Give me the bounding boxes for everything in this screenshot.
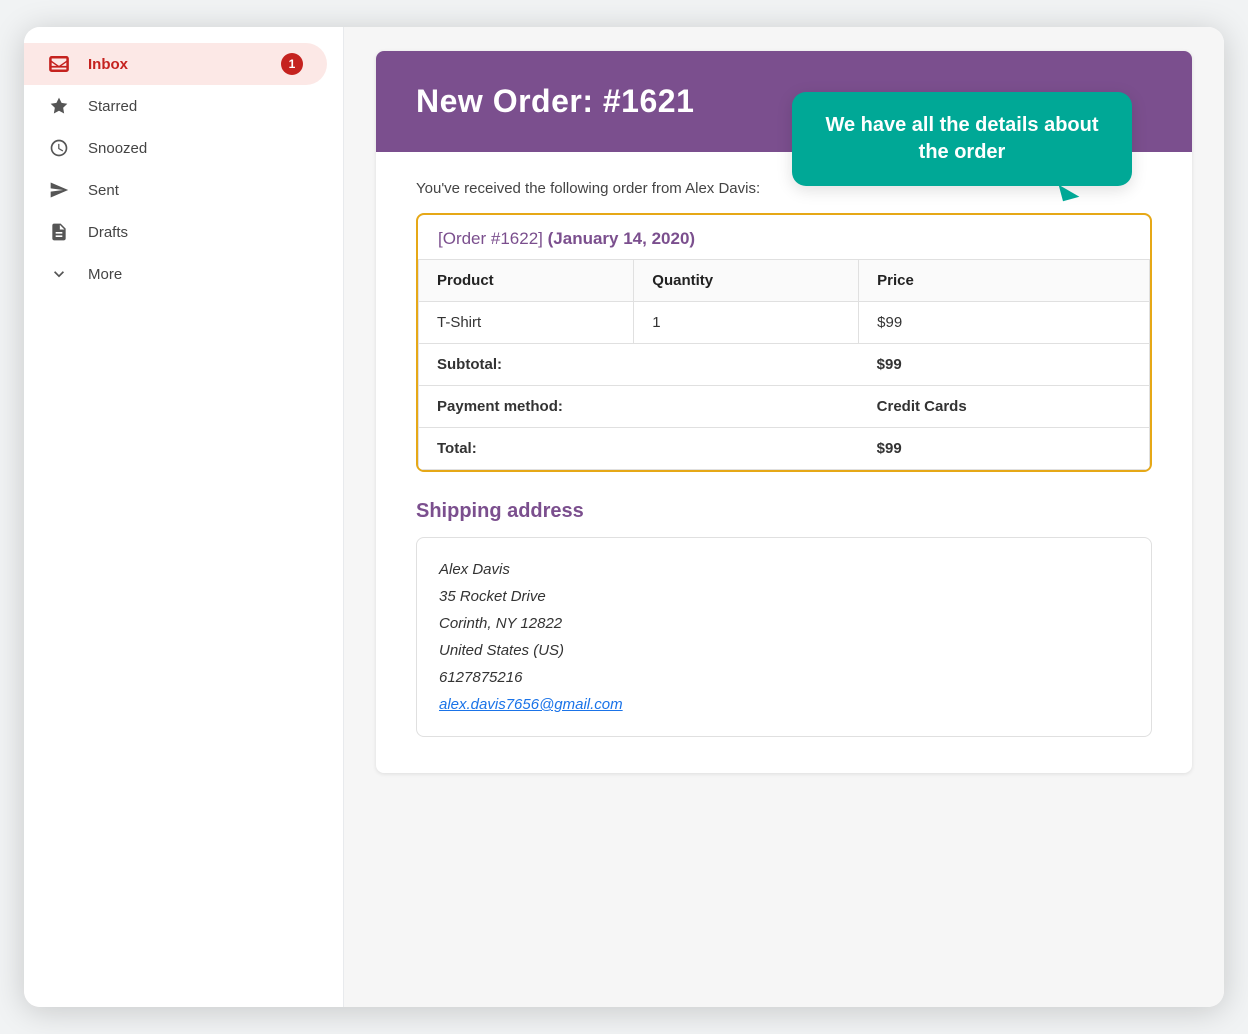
table-row: T-Shirt 1 $99 <box>419 302 1150 344</box>
table-row-payment: Payment method: Credit Cards <box>419 386 1150 428</box>
sidebar-item-starred[interactable]: Starred <box>24 85 327 127</box>
sidebar-item-label: Drafts <box>88 224 128 241</box>
shipping-title: Shipping address <box>416 500 1152 523</box>
order-title: [Order #1622] (January 14, 2020) <box>418 215 1150 259</box>
sidebar-item-sent[interactable]: Sent <box>24 169 327 211</box>
email-header-title: New Order: #1621 <box>416 83 694 119</box>
tooltip-text: We have all the details about the order <box>825 114 1098 163</box>
sidebar-item-more[interactable]: More <box>24 253 327 295</box>
main-content: New Order: #1621 We have all the details… <box>344 27 1224 1007</box>
sidebar-item-label: Snoozed <box>88 140 147 157</box>
email-body: We have all the details about the order … <box>376 152 1192 773</box>
inbox-badge: 1 <box>281 53 303 75</box>
cell-price: $99 <box>859 302 1150 344</box>
star-icon <box>48 95 70 117</box>
email-container: New Order: #1621 We have all the details… <box>376 51 1192 773</box>
sidebar-item-snoozed[interactable]: Snoozed <box>24 127 327 169</box>
shipping-section: Shipping address Alex Davis 35 Rocket Dr… <box>416 500 1152 737</box>
sidebar-item-label: More <box>88 266 122 283</box>
cell-quantity: 1 <box>634 302 859 344</box>
summary-label-subtotal: Subtotal: <box>419 344 859 386</box>
summary-value-payment: Credit Cards <box>859 386 1150 428</box>
summary-value-subtotal: $99 <box>859 344 1150 386</box>
col-header-product: Product <box>419 260 634 302</box>
address-email: alex.davis7656@gmail.com <box>439 691 1129 718</box>
address-country: United States (US) <box>439 637 1129 664</box>
tooltip-bubble: We have all the details about the order <box>792 92 1132 186</box>
sidebar: Inbox 1 Starred Snoozed Sent <box>24 27 344 1007</box>
summary-label-total: Total: <box>419 428 859 470</box>
col-header-price: Price <box>859 260 1150 302</box>
sidebar-item-label: Starred <box>88 98 137 115</box>
address-name: Alex Davis <box>439 556 1129 583</box>
send-icon <box>48 179 70 201</box>
chevron-down-icon <box>48 263 70 285</box>
order-table: Product Quantity Price T-Shirt 1 $99 <box>418 259 1150 470</box>
sidebar-item-drafts[interactable]: Drafts <box>24 211 327 253</box>
app-window: Inbox 1 Starred Snoozed Sent <box>24 27 1224 1007</box>
table-row-subtotal: Subtotal: $99 <box>419 344 1150 386</box>
summary-value-total: $99 <box>859 428 1150 470</box>
draft-icon <box>48 221 70 243</box>
address-email-link[interactable]: alex.davis7656@gmail.com <box>439 696 623 713</box>
sidebar-item-label: Inbox <box>88 56 128 73</box>
address-box: Alex Davis 35 Rocket Drive Corinth, NY 1… <box>416 537 1152 737</box>
sidebar-item-inbox[interactable]: Inbox 1 <box>24 43 327 85</box>
order-link[interactable]: [Order #1622] <box>438 229 543 248</box>
sidebar-item-label: Sent <box>88 182 119 199</box>
summary-label-payment: Payment method: <box>419 386 859 428</box>
table-row-total: Total: $99 <box>419 428 1150 470</box>
order-date: (January 14, 2020) <box>548 229 695 248</box>
address-city: Corinth, NY 12822 <box>439 610 1129 637</box>
cell-product: T-Shirt <box>419 302 634 344</box>
address-street: 35 Rocket Drive <box>439 583 1129 610</box>
inbox-icon <box>48 53 70 75</box>
address-phone: 6127875216 <box>439 664 1129 691</box>
order-box: [Order #1622] (January 14, 2020) Product… <box>416 213 1152 472</box>
clock-icon <box>48 137 70 159</box>
col-header-quantity: Quantity <box>634 260 859 302</box>
